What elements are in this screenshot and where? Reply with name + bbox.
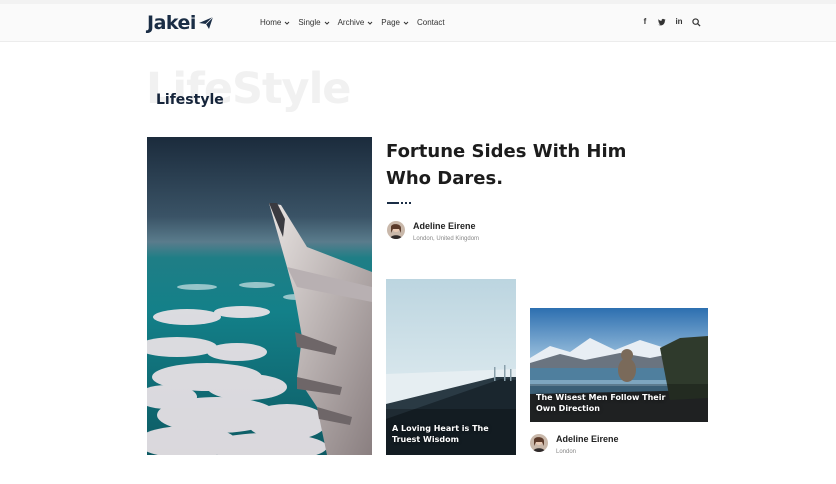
featured-post-title[interactable]: Fortune Sides With Him Who Dares. xyxy=(386,138,646,192)
avatar xyxy=(387,221,405,239)
social-links: f in xyxy=(641,17,692,26)
nav-item-contact[interactable]: Contact xyxy=(417,18,445,27)
site-header: Jakei Home Single Archive Page Contact f xyxy=(0,4,836,42)
nav-label: Home xyxy=(260,18,282,27)
facebook-icon[interactable]: f xyxy=(641,17,649,26)
chevron-down-icon xyxy=(284,21,290,25)
main-nav: Home Single Archive Page Contact xyxy=(260,18,453,27)
nav-item-archive[interactable]: Archive xyxy=(338,18,374,27)
avatar xyxy=(530,434,548,452)
airplane-wing-photo xyxy=(147,137,372,455)
author-name: Adeline Eirene xyxy=(413,221,476,231)
post-card[interactable]: The Wisest Men Follow Their Own Directio… xyxy=(530,308,708,422)
nav-item-home[interactable]: Home xyxy=(260,18,290,27)
nav-label: Contact xyxy=(416,18,445,27)
paper-plane-icon xyxy=(198,16,214,29)
linkedin-icon[interactable]: in xyxy=(675,17,683,26)
chevron-down-icon xyxy=(403,21,409,25)
nav-label: Page xyxy=(381,18,400,27)
chevron-down-icon xyxy=(367,21,373,25)
nav-label: Archive xyxy=(337,18,365,27)
author-location: London, United Kingdom xyxy=(413,236,480,242)
title-divider xyxy=(387,202,411,204)
logo-text: Jakei xyxy=(147,12,196,34)
author-location: London xyxy=(556,449,577,455)
author-name: Adeline Eirene xyxy=(556,434,619,444)
nav-item-single[interactable]: Single xyxy=(298,18,329,27)
post-card[interactable]: A Loving Heart is The Truest Wisdom xyxy=(386,279,516,455)
nav-label: Single xyxy=(298,18,321,27)
nav-item-page[interactable]: Page xyxy=(381,18,409,27)
post-card-title: The Wisest Men Follow Their Own Directio… xyxy=(536,393,666,413)
card-author[interactable]: Adeline Eirene London xyxy=(530,434,619,456)
twitter-icon[interactable] xyxy=(658,18,666,26)
search-icon[interactable] xyxy=(692,18,701,27)
site-logo[interactable]: Jakei xyxy=(147,12,214,34)
hero-image[interactable] xyxy=(147,137,372,455)
post-card-title: A Loving Heart is The Truest Wisdom xyxy=(392,424,489,444)
page-title: Lifestyle xyxy=(156,92,224,108)
chevron-down-icon xyxy=(324,21,329,25)
featured-author[interactable]: Adeline Eirene London, United Kingdom xyxy=(387,221,479,243)
